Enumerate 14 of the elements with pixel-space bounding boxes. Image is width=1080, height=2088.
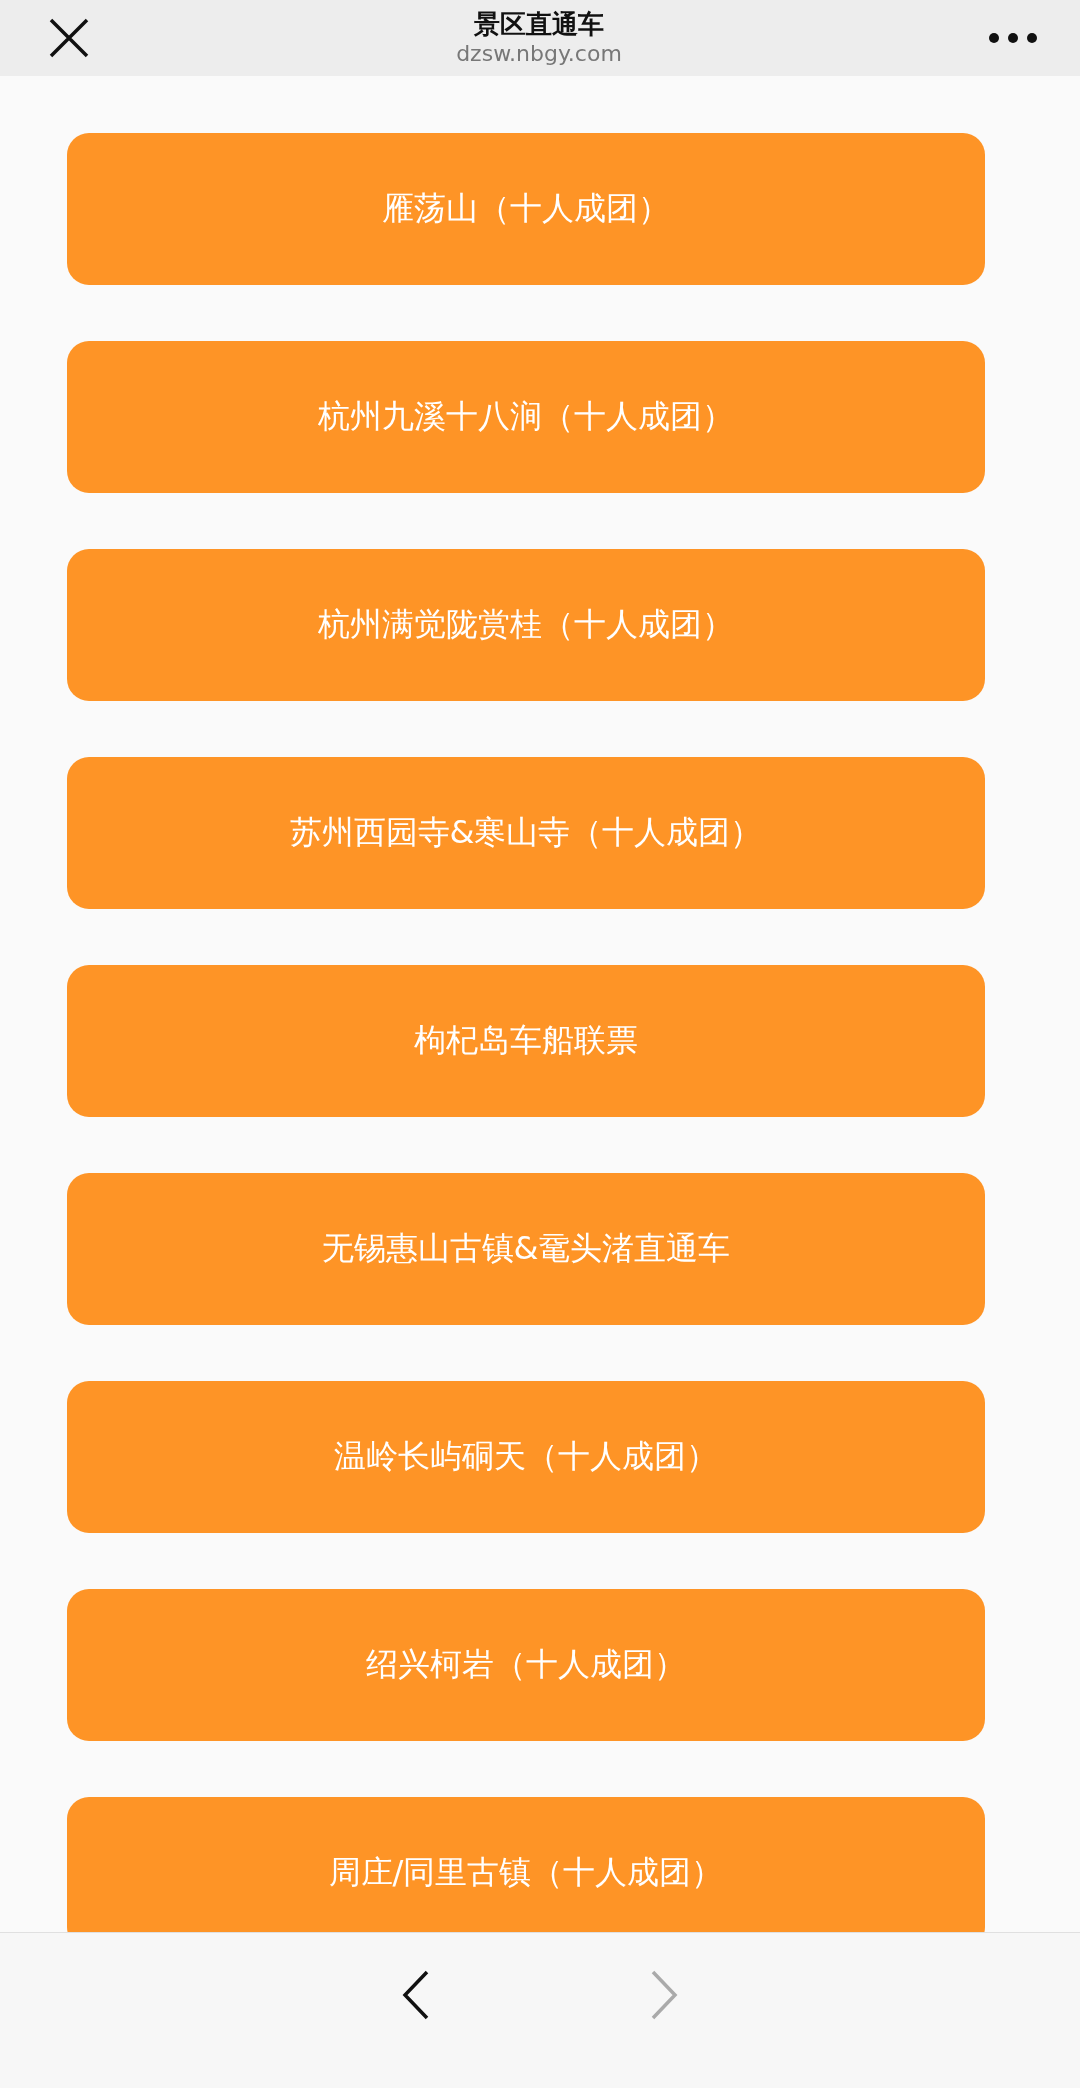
route-button[interactable]: 周庄/同里古镇（十人成团） <box>67 1797 985 1932</box>
back-icon[interactable] <box>402 1969 430 2020</box>
page-url: dzsw.nbgy.com <box>456 41 622 67</box>
route-button[interactable]: 雁荡山（十人成团） <box>67 133 985 285</box>
route-button[interactable]: 枸杞岛车船联票 <box>67 965 985 1117</box>
route-button[interactable]: 杭州满觉陇赏桂（十人成团） <box>67 549 985 701</box>
route-button[interactable]: 苏州西园寺&寒山寺（十人成团） <box>67 757 985 909</box>
route-button[interactable]: 绍兴柯岩（十人成团） <box>67 1589 985 1741</box>
route-button[interactable]: 杭州九溪十八涧（十人成团） <box>67 341 985 493</box>
route-button[interactable]: 温岭长屿硐天（十人成团） <box>67 1381 985 1533</box>
page-title: 景区直通车 <box>474 9 604 39</box>
route-button[interactable]: 无锡惠山古镇&鼋头渚直通车 <box>67 1173 985 1325</box>
close-icon[interactable] <box>48 17 90 59</box>
more-icon[interactable] <box>988 32 1038 44</box>
